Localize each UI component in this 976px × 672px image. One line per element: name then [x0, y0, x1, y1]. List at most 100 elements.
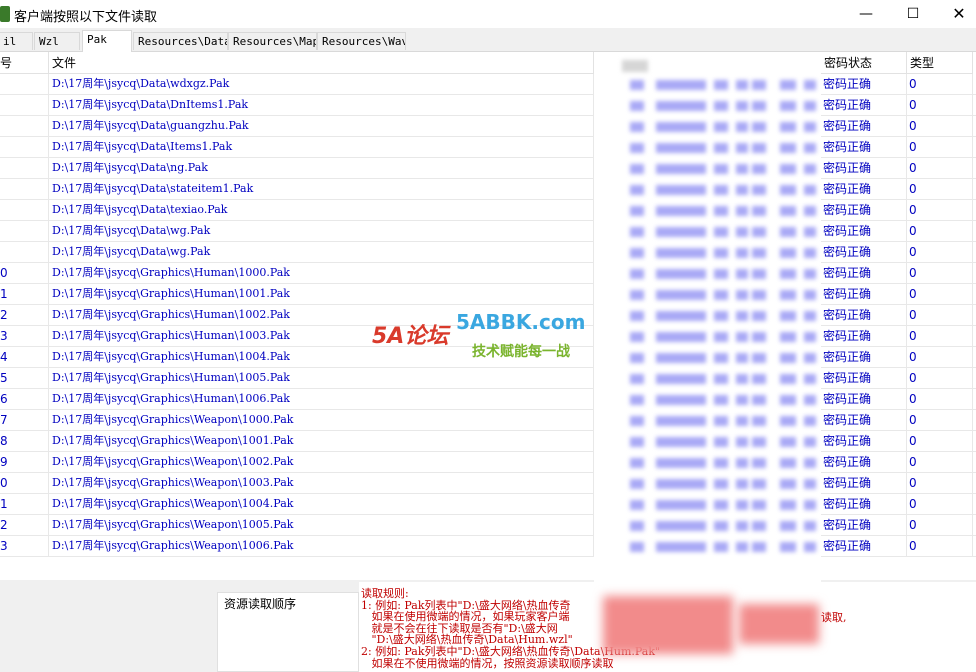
row-type: 0	[907, 95, 973, 115]
redacted-cell	[594, 162, 821, 176]
window-title: 客户端按照以下文件读取	[14, 10, 158, 25]
row-type: 0	[907, 116, 973, 136]
row-number	[0, 116, 49, 136]
table-row[interactable]: 2 D:\17周年\jsycq\Graphics\Weapon\1005.Pak 密…	[0, 515, 976, 536]
close-button[interactable]: ✕	[949, 4, 969, 24]
row-password-status: 密码正确	[821, 158, 907, 178]
header-num[interactable]: 序号	[0, 52, 49, 74]
row-file-path: D:\17周年\jsycq\Graphics\Weapon\1001.Pak	[49, 431, 594, 451]
rules-line: 如果在使用微端的情况，如果玩家客户端	[361, 610, 570, 624]
row-number: 0	[0, 473, 49, 493]
header-password-status[interactable]: 密码状态	[821, 52, 907, 74]
row-password-status: 密码正确	[821, 347, 907, 367]
table-row[interactable]: 0 D:\17周年\jsycq\Graphics\Weapon\1003.Pak 密…	[0, 473, 976, 494]
table-row[interactable]: D:\17周年\jsycq\Data\ng.Pak 密码正确 0	[0, 158, 976, 179]
bottom-panel: 资源读取顺序 如果在不使用微端的情况，按照资源读取顺序读取 2: 例如: Pak列…	[0, 582, 976, 672]
tab-wil[interactable]: il	[0, 32, 33, 50]
redacted-cell	[594, 498, 821, 512]
table-row[interactable]: 6 D:\17周年\jsycq\Graphics\Human\1006.Pak 密码…	[0, 389, 976, 410]
redacted-cell	[594, 540, 821, 554]
row-password-status: 密码正确	[821, 221, 907, 241]
row-type: 0	[907, 494, 973, 514]
row-type: 0	[907, 515, 973, 535]
tab-pak[interactable]: Pak	[82, 30, 132, 52]
redacted-cell	[594, 120, 821, 134]
redacted-cell	[594, 246, 821, 260]
row-number: 5	[0, 368, 49, 388]
row-type: 0	[907, 326, 973, 346]
table-row[interactable]: 1 D:\17周年\jsycq\Graphics\Weapon\1004.Pak 密…	[0, 494, 976, 515]
minimize-button[interactable]: —	[856, 4, 876, 24]
table-row[interactable]: D:\17周年\jsycq\Data\guangzhu.Pak 密码正确 0	[0, 116, 976, 137]
tab-resources-data[interactable]: Resources\Data	[133, 32, 228, 50]
row-type: 0	[907, 200, 973, 220]
table-row[interactable]: 0 D:\17周年\jsycq\Graphics\Human\1000.Pak 密码…	[0, 263, 976, 284]
row-password-status: 密码正确	[821, 431, 907, 451]
tab-wzl[interactable]: Wzl	[34, 32, 80, 50]
row-number: 3	[0, 326, 49, 346]
table-row[interactable]: D:\17周年\jsycq\Data\wg.Pak 密码正确 0	[0, 221, 976, 242]
redacted-cell	[594, 456, 821, 470]
row-number	[0, 95, 49, 115]
row-password-status: 密码正确	[821, 536, 907, 556]
table-row[interactable]: 8 D:\17周年\jsycq\Graphics\Weapon\1001.Pak 密…	[0, 431, 976, 452]
redacted-header	[622, 60, 648, 72]
row-password-status: 密码正确	[821, 95, 907, 115]
table-row[interactable]: 7 D:\17周年\jsycq\Graphics\Weapon\1000.Pak 密…	[0, 410, 976, 431]
row-file-path: D:\17周年\jsycq\Graphics\Weapon\1002.Pak	[49, 452, 594, 472]
row-type: 0	[907, 368, 973, 388]
row-type: 0	[907, 242, 973, 262]
row-password-status: 密码正确	[821, 263, 907, 283]
row-password-status: 密码正确	[821, 515, 907, 535]
redacted-cell	[594, 330, 821, 344]
table-row[interactable]: D:\17周年\jsycq\Data\wg.Pak 密码正确 0	[0, 242, 976, 263]
tab-resources-wav[interactable]: Resources\Wav	[317, 32, 406, 50]
row-file-path: D:\17周年\jsycq\Graphics\Weapon\1005.Pak	[49, 515, 594, 535]
table-row[interactable]: 5 D:\17周年\jsycq\Graphics\Human\1005.Pak 密码…	[0, 368, 976, 389]
row-type: 0	[907, 74, 973, 94]
table-row[interactable]: 9 D:\17周年\jsycq\Graphics\Weapon\1002.Pak 密…	[0, 452, 976, 473]
maximize-button[interactable]: ☐	[903, 4, 923, 24]
rules-line: 读取规则:	[361, 587, 409, 600]
header-file[interactable]: 文件	[49, 52, 594, 74]
row-file-path: D:\17周年\jsycq\Data\wdxgz.Pak	[49, 74, 594, 94]
redacted-cell	[594, 78, 821, 92]
redacted-cell	[594, 393, 821, 407]
table-row[interactable]: D:\17周年\jsycq\Data\texiao.Pak 密码正确 0	[0, 200, 976, 221]
row-file-path: D:\17周年\jsycq\Graphics\Human\1000.Pak	[49, 263, 594, 283]
row-password-status: 密码正确	[821, 116, 907, 136]
row-password-status: 密码正确	[821, 242, 907, 262]
app-icon	[0, 6, 10, 22]
row-file-path: D:\17周年\jsycq\Graphics\Weapon\1006.Pak	[49, 536, 594, 556]
row-number: 6	[0, 389, 49, 409]
table-row[interactable]: D:\17周年\jsycq\Data\DnItems1.Pak 密码正确 0	[0, 95, 976, 116]
redacted-cell	[594, 267, 821, 281]
row-type: 0	[907, 536, 973, 556]
row-file-path: D:\17周年\jsycq\Graphics\Human\1006.Pak	[49, 389, 594, 409]
row-file-path: D:\17周年\jsycq\Data\wg.Pak	[49, 242, 594, 262]
redacted-text	[739, 604, 819, 644]
row-password-status: 密码正确	[821, 179, 907, 199]
header-type[interactable]: 类型	[907, 52, 973, 74]
tab-resources-map[interactable]: Resources\Map	[228, 32, 317, 50]
table-row[interactable]: 3 D:\17周年\jsycq\Graphics\Weapon\1006.Pak 密…	[0, 536, 976, 557]
row-number	[0, 137, 49, 157]
table-row[interactable]: D:\17周年\jsycq\Data\Items1.Pak 密码正确 0	[0, 137, 976, 158]
table-row[interactable]: D:\17周年\jsycq\Data\stateitem1.Pak 密码正确 0	[0, 179, 976, 200]
title-bar: 客户端按照以下文件读取 — ☐ ✕	[0, 0, 976, 28]
read-rules-text[interactable]: 如果在不使用微端的情况，按照资源读取顺序读取 2: 例如: Pak列表中"D:\盛…	[359, 582, 976, 672]
watermark-domain: 5ABBK.com	[456, 310, 586, 334]
row-number	[0, 74, 49, 94]
row-password-status: 密码正确	[821, 137, 907, 157]
row-password-status: 密码正确	[821, 200, 907, 220]
redacted-cell	[594, 309, 821, 323]
row-type: 0	[907, 473, 973, 493]
redacted-cell	[594, 351, 821, 365]
row-password-status: 密码正确	[821, 389, 907, 409]
row-number: 2	[0, 305, 49, 325]
row-password-status: 密码正确	[821, 326, 907, 346]
redacted-cell	[594, 414, 821, 428]
redacted-cell	[594, 372, 821, 386]
table-row[interactable]: D:\17周年\jsycq\Data\wdxgz.Pak 密码正确 0	[0, 74, 976, 95]
redacted-cell	[594, 183, 821, 197]
